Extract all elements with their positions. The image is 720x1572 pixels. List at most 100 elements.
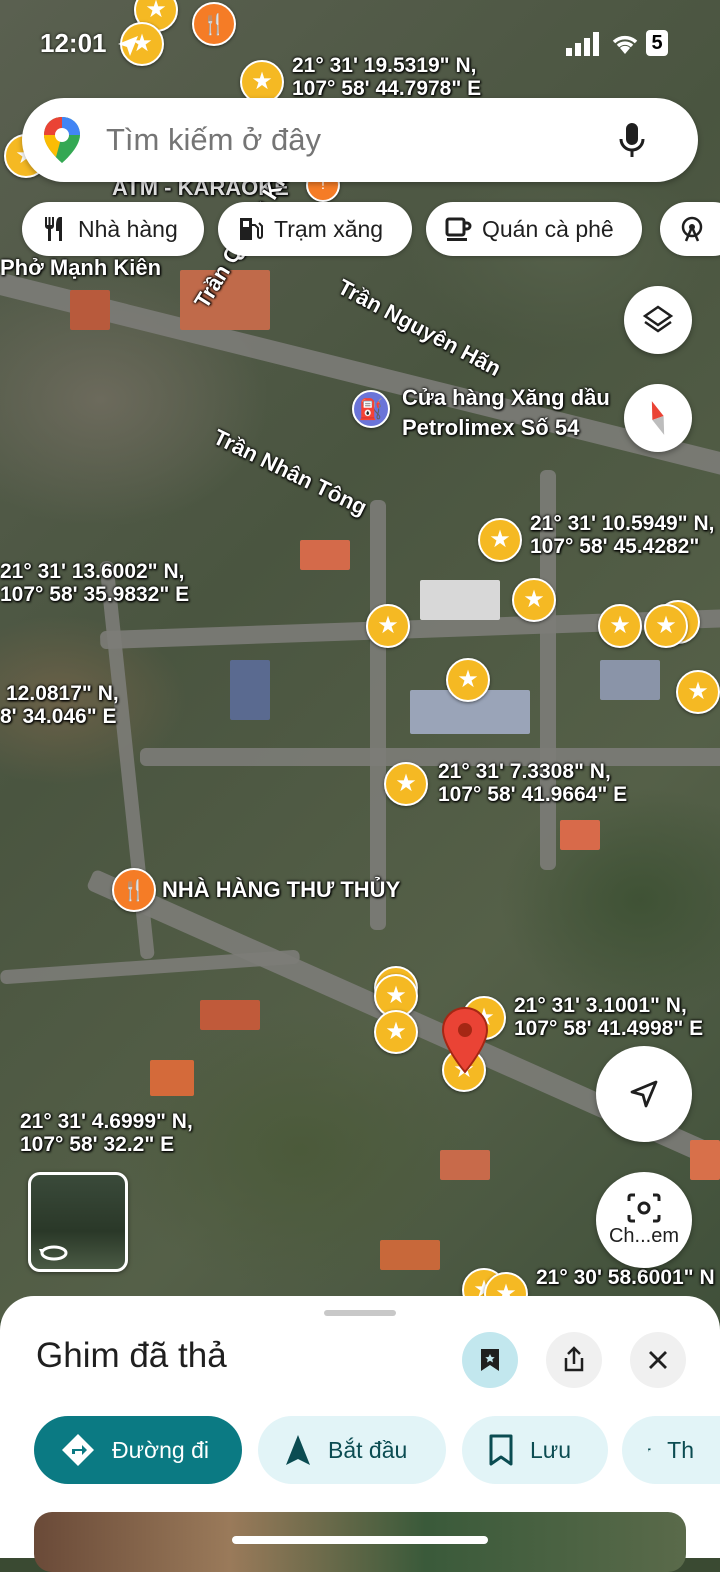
clock: 12:01 [40, 28, 107, 58]
street-label: Phở Mạnh Kiên [0, 255, 162, 280]
ferris-wheel-icon [681, 216, 703, 242]
place-label: Petrolimex Số 54 [402, 415, 580, 440]
chip-label: Quán cà phê [482, 215, 614, 242]
chip-restaurants[interactable]: Nhà hàng [22, 202, 204, 256]
building [150, 1060, 194, 1096]
chip-label: Nhà hàng [78, 215, 178, 242]
my-location-button[interactable] [596, 1046, 692, 1142]
place-label: NHÀ HÀNG THƯ THỦY [162, 877, 401, 902]
label-button-text: Th [667, 1436, 694, 1463]
layers-icon [642, 305, 674, 333]
coordinate-lng: 107° 58' 45.4282" [530, 535, 700, 559]
saved-star-icon[interactable]: ★ [366, 604, 410, 648]
gas-pump-icon [240, 218, 263, 240]
search-input[interactable] [104, 121, 608, 159]
saved-star-icon[interactable]: ★ [512, 578, 556, 622]
coordinate-lat: 21° 31' 7.3308" N, [438, 760, 611, 783]
coffee-cup-icon [445, 217, 472, 241]
building [230, 660, 270, 720]
saved-star-icon[interactable]: ★ [676, 670, 720, 714]
camera-lens-icon [627, 1193, 661, 1222]
save-label: Lưu [530, 1436, 571, 1463]
coordinate-label: 12.0817" N, 8' 34.046" E [0, 682, 119, 728]
coordinate-lng: 8' 34.046" E [0, 705, 117, 729]
bookmark-icon [489, 1434, 513, 1466]
coordinate-label: 21° 31' 10.5949" N, 107° 58' 45.4282" [530, 512, 714, 558]
building [70, 290, 110, 330]
directions-button[interactable]: Đường đi [34, 1416, 242, 1484]
coordinate-label: 21° 31' 13.6002" N, 107° 58' 35.9832" E [0, 560, 189, 606]
home-indicator [232, 1536, 488, 1544]
coordinate-label: 21° 31' 7.3308" N, 107° 58' 41.9664" E [438, 760, 627, 806]
dropped-pin-icon[interactable] [440, 1006, 490, 1074]
building [600, 660, 660, 700]
place-label: Cửa hàng Xăng dầu [402, 385, 610, 410]
coordinate-label: 21° 31' 4.6999" N, 107° 58' 32.2" E [20, 1110, 193, 1156]
street-view-thumbnail[interactable] [28, 1172, 128, 1272]
label-button[interactable]: Th [622, 1416, 720, 1484]
status-bar: 12:01 5 [0, 24, 720, 64]
coordinate-lng: 107° 58' 44.7978" E [292, 77, 482, 101]
directions-icon [62, 1434, 94, 1466]
signal-icon [566, 32, 599, 56]
network-badge: 5 [646, 30, 668, 56]
drag-handle[interactable] [324, 1310, 396, 1316]
road [140, 748, 720, 766]
coordinate-lat: 21° 30' 58.6001" N [536, 1266, 715, 1289]
microphone-icon[interactable] [618, 121, 646, 159]
saved-star-icon[interactable]: ★ [644, 604, 688, 648]
navigation-start-icon [286, 1435, 310, 1465]
bookmark-star-icon [481, 1349, 499, 1371]
building [200, 1000, 260, 1030]
building [560, 820, 600, 850]
coordinate-lat: 21° 31' 13.6002" N, [0, 560, 185, 583]
share-icon [564, 1346, 584, 1372]
coordinate-lng: 107° 58' 41.9664" E [438, 783, 628, 807]
chip-coffee[interactable]: Quán cà phê [426, 202, 642, 256]
saved-list-button[interactable] [462, 1332, 518, 1388]
directions-label: Đường đi [112, 1436, 209, 1463]
search-bar[interactable] [22, 98, 698, 182]
compass-button[interactable] [624, 384, 692, 452]
layers-button[interactable] [624, 286, 692, 354]
close-button[interactable] [630, 1332, 686, 1388]
coordinate-lng: 107° 58' 41.4998" E [514, 1017, 704, 1041]
saved-star-icon[interactable]: ★ [598, 604, 642, 648]
building [420, 580, 500, 620]
close-icon [649, 1351, 667, 1369]
saved-star-icon[interactable]: ★ [384, 762, 428, 806]
building [380, 1240, 440, 1270]
share-button[interactable] [546, 1332, 602, 1388]
start-label: Bắt đầu [328, 1436, 408, 1463]
google-maps-logo-icon [44, 117, 80, 163]
chip-more[interactable] [660, 202, 720, 256]
sheet-title: Ghim đã thả [36, 1336, 227, 1375]
location-arrow-icon [118, 36, 138, 56]
road [370, 500, 386, 930]
coordinate-lng: 107° 58' 35.9832" E [0, 583, 190, 607]
coordinate-label: 21° 30' 58.6001" N [536, 1266, 715, 1289]
building [690, 1140, 720, 1180]
street-label: Trần Nhân Tông [209, 424, 371, 520]
gas-station-pin-icon[interactable]: ⛽ [352, 390, 390, 428]
saved-star-icon[interactable]: ★ [478, 518, 522, 562]
saved-star-icon[interactable]: ★ [374, 1010, 418, 1054]
building [440, 1150, 490, 1180]
compass-icon [651, 401, 665, 435]
building [300, 540, 350, 570]
coordinate-label: 21° 31' 3.1001" N, 107° 58' 41.4998" E [514, 994, 703, 1040]
camera-search-button[interactable]: Ch...em [596, 1172, 692, 1268]
saved-star-icon[interactable]: ★ [446, 658, 490, 702]
chip-label: Trạm xăng [274, 215, 384, 242]
save-button[interactable]: Lưu [462, 1416, 608, 1484]
wifi-icon [612, 35, 638, 54]
coordinate-lng: 107° 58' 32.2" E [20, 1133, 175, 1157]
coordinate-lat: 21° 31' 10.5949" N, [530, 512, 715, 535]
fork-knife-icon [45, 217, 62, 241]
chip-gas-stations[interactable]: Trạm xăng [218, 202, 412, 256]
start-button[interactable]: Bắt đầu [258, 1416, 446, 1484]
rotate-360-icon [39, 1245, 68, 1261]
coordinate-lat: 12.0817" N, [6, 682, 119, 705]
restaurant-pin-icon[interactable]: 🍴 [112, 868, 156, 912]
coordinate-lat: 21° 31' 4.6999" N, [20, 1110, 193, 1133]
